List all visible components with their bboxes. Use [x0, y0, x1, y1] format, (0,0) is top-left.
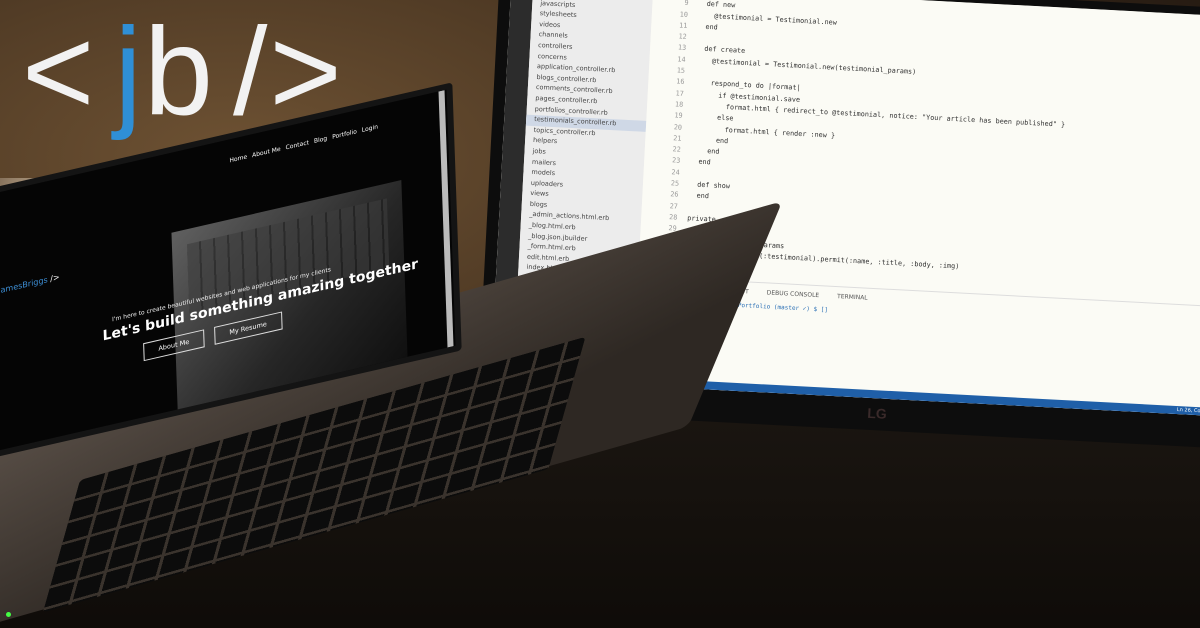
logo-close-bracket: />	[232, 3, 344, 141]
site-brand: JamesBriggs />	[0, 272, 60, 295]
site-brand-name: JamesBriggs	[0, 275, 48, 296]
site-brand-suffix: />	[47, 272, 60, 285]
logo-open-bracket: <	[22, 3, 97, 141]
site-nav-link[interactable]: Login	[362, 123, 378, 134]
site-nav-link[interactable]: Home	[229, 153, 247, 164]
jb-logo: < j b />	[22, 10, 344, 134]
cursor-position: Ln 26, Col 12	[1176, 407, 1200, 415]
panel-tab[interactable]: TERMINAL	[837, 293, 868, 303]
monitor-brand-logo: LG	[866, 404, 888, 422]
power-led	[6, 612, 11, 617]
site-nav-link[interactable]: About Me	[252, 146, 281, 159]
logo-letter-b: b	[143, 3, 215, 141]
site-scrollbar	[438, 90, 454, 348]
site-nav-link[interactable]: Contact	[285, 139, 309, 151]
photo-scene: imagesjavascriptsstylesheetsvideoschanne…	[0, 0, 1200, 628]
logo-letter-j: j	[114, 3, 144, 141]
